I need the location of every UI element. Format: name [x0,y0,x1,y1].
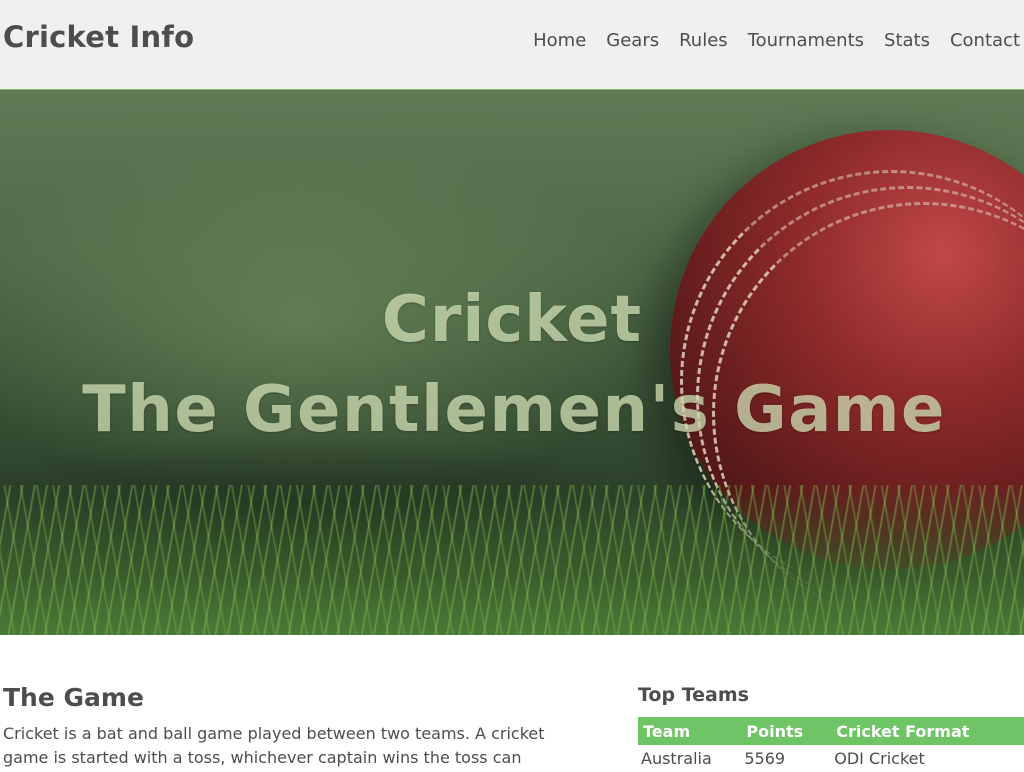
nav-contact[interactable]: Contact [950,30,1020,51]
game-description: Cricket is a bat and ball game played be… [3,724,545,767]
hero-title-line1: Cricket [381,283,643,357]
hero-title-line2: The Gentlemen's Game [82,373,946,447]
top-teams-section: Top Teams Team Points Cricket Format Aus… [638,684,1024,772]
top-teams-table: Team Points Cricket Format Australia 556… [638,717,1024,772]
game-section: The Game Cricket is a bat and ball game … [3,683,573,770]
nav-home[interactable]: Home [533,30,586,51]
site-header: Cricket Info Home Gears Rules Tournament… [0,0,1024,90]
nav-tournaments[interactable]: Tournaments [748,30,864,51]
site-logo[interactable]: Cricket Info [3,20,194,54]
column-header-format: Cricket Format [831,717,1024,745]
hero-title: Cricket The Gentlemen's Game [0,280,1024,460]
main-nav: Home Gears Rules Tournaments Stats Conta… [533,30,1020,51]
game-heading: The Game [3,683,144,712]
column-header-team: Team [638,717,742,745]
hero-banner: Cricket The Gentlemen's Game [0,90,1024,635]
column-header-points: Points [741,717,832,745]
table-header-row: Team Points Cricket Format [638,717,1024,745]
nav-stats[interactable]: Stats [884,30,930,51]
nav-rules[interactable]: Rules [679,30,728,51]
top-teams-heading: Top Teams [638,684,749,706]
grass-foreground [0,485,1024,635]
nav-gears[interactable]: Gears [606,30,659,51]
